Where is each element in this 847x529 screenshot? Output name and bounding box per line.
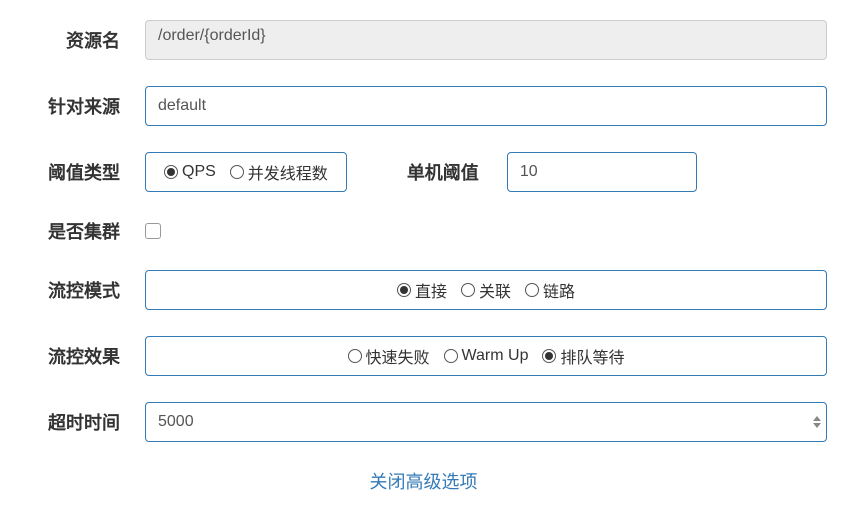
timeout-label: 超时时间 — [20, 409, 145, 435]
threshold-type-threads[interactable]: 并发线程数 — [230, 160, 328, 184]
radio-label: 排队等待 — [560, 344, 624, 368]
radio-icon — [461, 283, 475, 297]
resource-input: /order/{orderId} — [145, 20, 827, 60]
toggle-advanced-link[interactable]: 关闭高级选项 — [370, 472, 478, 492]
radio-label: 关联 — [479, 278, 511, 302]
radio-icon — [397, 283, 411, 297]
mode-chain[interactable]: 链路 — [525, 278, 575, 302]
control-mode-label: 流控模式 — [20, 277, 145, 303]
radio-icon — [230, 165, 244, 179]
radio-label: 直接 — [415, 278, 447, 302]
radio-label: 链路 — [543, 278, 575, 302]
number-spinner[interactable] — [813, 416, 821, 428]
radio-icon — [525, 283, 539, 297]
effect-queue[interactable]: 排队等待 — [542, 344, 624, 368]
mode-relate[interactable]: 关联 — [461, 278, 511, 302]
radio-icon — [164, 165, 178, 179]
effect-fail-fast[interactable]: 快速失败 — [348, 344, 430, 368]
radio-icon — [542, 349, 556, 363]
cluster-label: 是否集群 — [20, 218, 145, 244]
threshold-type-qps[interactable]: QPS — [164, 163, 216, 181]
timeout-input[interactable] — [145, 402, 827, 442]
radio-label: 快速失败 — [366, 344, 430, 368]
chevron-up-icon[interactable] — [813, 416, 821, 421]
threshold-type-group: QPS 并发线程数 — [145, 152, 347, 192]
control-mode-group: 直接 关联 链路 — [145, 270, 827, 310]
resource-label: 资源名 — [20, 27, 145, 53]
threshold-type-label: 阈值类型 — [20, 159, 145, 185]
source-input[interactable] — [145, 86, 827, 126]
control-effect-label: 流控效果 — [20, 343, 145, 369]
cluster-checkbox[interactable] — [145, 223, 161, 239]
mode-direct[interactable]: 直接 — [397, 278, 447, 302]
radio-label: QPS — [182, 163, 216, 181]
source-label: 针对来源 — [20, 93, 145, 119]
radio-label: Warm Up — [462, 347, 529, 365]
threshold-input[interactable] — [507, 152, 697, 192]
radio-label: 并发线程数 — [248, 160, 328, 184]
effect-warm-up[interactable]: Warm Up — [444, 347, 529, 365]
chevron-down-icon[interactable] — [813, 423, 821, 428]
radio-icon — [348, 349, 362, 363]
control-effect-group: 快速失败 Warm Up 排队等待 — [145, 336, 827, 376]
radio-icon — [444, 349, 458, 363]
single-threshold-label: 单机阈值 — [407, 159, 479, 185]
